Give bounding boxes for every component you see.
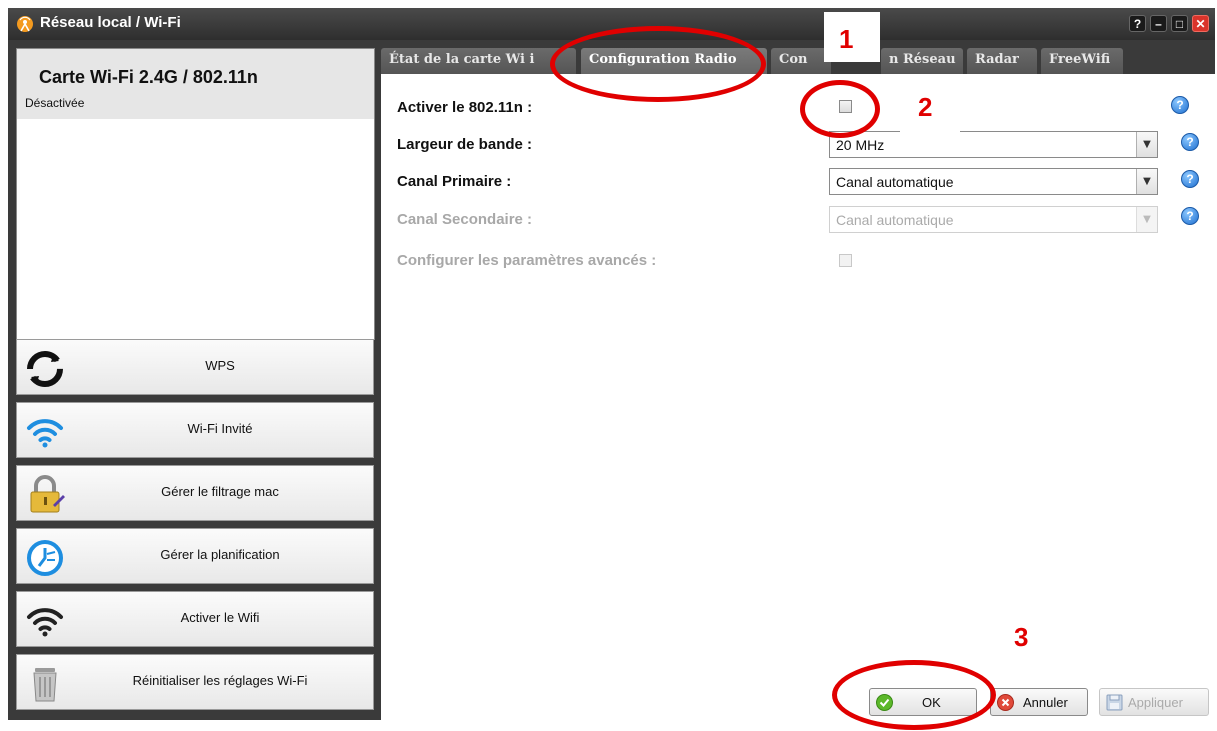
sidebar-item-wifi-invite[interactable]: Wi-Fi Invité xyxy=(16,402,374,458)
save-icon xyxy=(1106,694,1123,711)
chevron-down-icon: ▼ xyxy=(1136,207,1157,232)
chevron-down-icon: ▼ xyxy=(1136,132,1157,157)
appliquer-button[interactable]: Appliquer xyxy=(1099,688,1209,716)
sidebar-item-activer-wifi[interactable]: Activer le Wifi xyxy=(16,591,374,647)
sidebar-item-label: Wi-Fi Invité xyxy=(187,421,253,436)
canal-secondaire-select[interactable]: Canal automatique ▼ xyxy=(829,206,1158,233)
sidebar-item-label: WPS xyxy=(205,358,235,373)
canal-secondaire-label: Canal Secondaire : xyxy=(397,211,533,228)
sidebar-item-filtrage-mac[interactable]: Gérer le filtrage mac xyxy=(16,465,374,521)
sidebar-item-label: Gérer le filtrage mac xyxy=(161,484,279,499)
wifi-card-panel[interactable]: Carte Wi-Fi 2.4G / 802.11n Désactivée xyxy=(16,48,375,340)
sidebar-item-wps[interactable]: WPS xyxy=(16,339,374,395)
wps-icon xyxy=(27,351,63,387)
annuler-button[interactable]: Annuler xyxy=(990,688,1088,716)
largeur-bande-value: 20 MHz xyxy=(836,137,885,153)
sidebar: Carte Wi-Fi 2.4G / 802.11n Désactivée WP… xyxy=(8,40,375,720)
main-content: État de la carte Wi i Configuration Radi… xyxy=(381,40,1215,720)
annotation-2-box: 2 xyxy=(900,78,960,138)
parametres-avances-label: Configurer les paramètres avancés : xyxy=(397,252,657,269)
window-controls: ? – □ ✕ xyxy=(1129,15,1209,32)
antenna-icon xyxy=(17,16,33,32)
tab-configuration-reseau[interactable]: Con xyxy=(771,48,831,74)
tab-etat-carte[interactable]: État de la carte Wi i xyxy=(381,48,576,74)
annuler-label: Annuler xyxy=(1023,695,1068,710)
canal-secondaire-value: Canal automatique xyxy=(836,212,954,228)
parametres-avances-checkbox[interactable] xyxy=(839,254,852,267)
sidebar-item-label: Réinitialiser les réglages Wi-Fi xyxy=(132,673,308,688)
maximize-button[interactable]: □ xyxy=(1171,15,1188,32)
activer-80211n-label: Activer le 802.11n : xyxy=(397,99,533,116)
tab-configuration-reseau-part[interactable]: n Réseau xyxy=(881,48,963,74)
annotation-step-3: 3 xyxy=(1014,622,1029,652)
help-icon[interactable]: ? xyxy=(1181,133,1199,151)
annotation-circle-checkbox xyxy=(800,80,880,138)
minimize-button[interactable]: – xyxy=(1150,15,1167,32)
help-icon[interactable]: ? xyxy=(1171,96,1189,114)
annotation-step-1: 1 xyxy=(839,24,854,54)
help-window-button[interactable]: ? xyxy=(1129,15,1146,32)
app-window: Réseau local / Wi-Fi ? – □ ✕ Carte Wi-Fi… xyxy=(8,8,1215,720)
wifi-card-status: Désactivée xyxy=(25,96,85,110)
annotation-step-2: 2 xyxy=(918,92,933,122)
help-icon[interactable]: ? xyxy=(1181,207,1199,225)
settings-panel: Activer le 802.11n : ? Largeur de bande … xyxy=(381,74,1215,720)
help-icon[interactable]: ? xyxy=(1181,170,1199,188)
annotation-circle-ok xyxy=(832,660,996,730)
trash-icon xyxy=(33,668,57,702)
canal-primaire-select[interactable]: Canal automatique ▼ xyxy=(829,168,1158,195)
largeur-bande-select[interactable]: 20 MHz ▼ xyxy=(829,131,1158,158)
canal-primaire-value: Canal automatique xyxy=(836,174,954,190)
appliquer-label: Appliquer xyxy=(1128,695,1183,710)
wifi-icon xyxy=(27,419,63,448)
wifi-card-title: Carte Wi-Fi 2.4G / 802.11n xyxy=(39,67,258,87)
close-button[interactable]: ✕ xyxy=(1192,15,1209,32)
sidebar-item-reinitialiser[interactable]: Réinitialiser les réglages Wi-Fi xyxy=(16,654,374,710)
cancel-icon xyxy=(997,694,1014,711)
sidebar-item-label: Gérer la planification xyxy=(160,547,280,562)
canal-primaire-label: Canal Primaire : xyxy=(397,173,512,190)
wifi-card-header: Carte Wi-Fi 2.4G / 802.11n Désactivée xyxy=(17,49,374,119)
lock-icon xyxy=(30,475,65,513)
window-title: Réseau local / Wi-Fi xyxy=(40,14,181,31)
largeur-bande-label: Largeur de bande : xyxy=(397,136,533,153)
tab-radar[interactable]: Radar xyxy=(967,48,1037,74)
annotation-1-box: 1 xyxy=(824,12,880,62)
schedule-icon xyxy=(27,540,63,576)
chevron-down-icon: ▼ xyxy=(1136,169,1157,194)
sidebar-item-label: Activer le Wifi xyxy=(180,610,260,625)
wifi-icon xyxy=(27,608,63,637)
tab-freewifi[interactable]: FreeWifi xyxy=(1041,48,1123,74)
sidebar-item-planification[interactable]: Gérer la planification xyxy=(16,528,374,584)
annotation-circle-tab xyxy=(550,26,766,102)
